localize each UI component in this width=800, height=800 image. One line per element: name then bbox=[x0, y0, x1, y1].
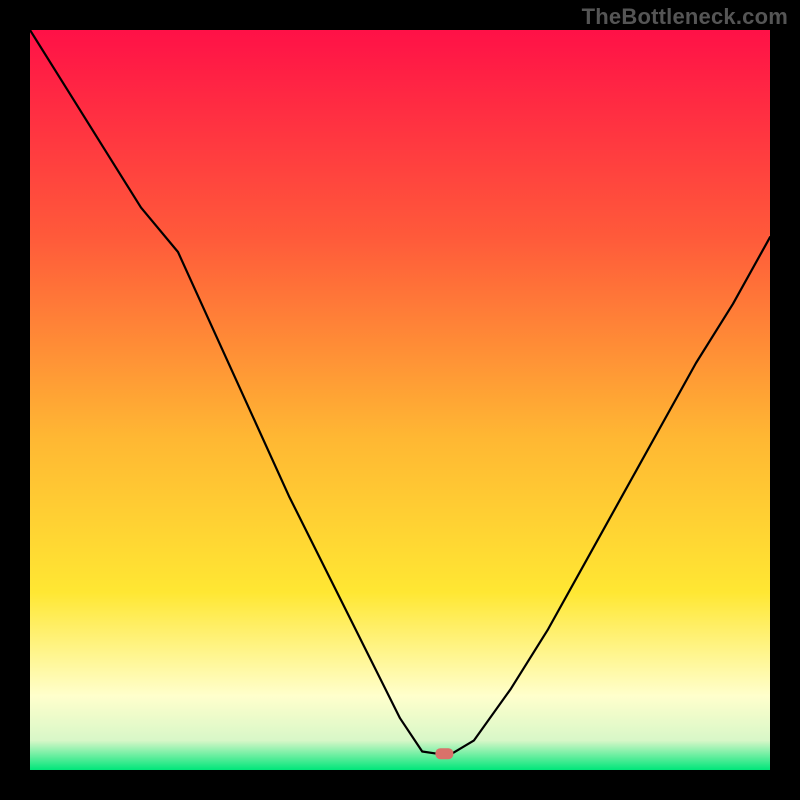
chart-svg bbox=[30, 30, 770, 770]
plot-area bbox=[30, 30, 770, 770]
chart-frame: TheBottleneck.com bbox=[0, 0, 800, 800]
gradient-background bbox=[30, 30, 770, 770]
watermark-text: TheBottleneck.com bbox=[582, 4, 788, 30]
minimum-marker bbox=[435, 748, 453, 759]
